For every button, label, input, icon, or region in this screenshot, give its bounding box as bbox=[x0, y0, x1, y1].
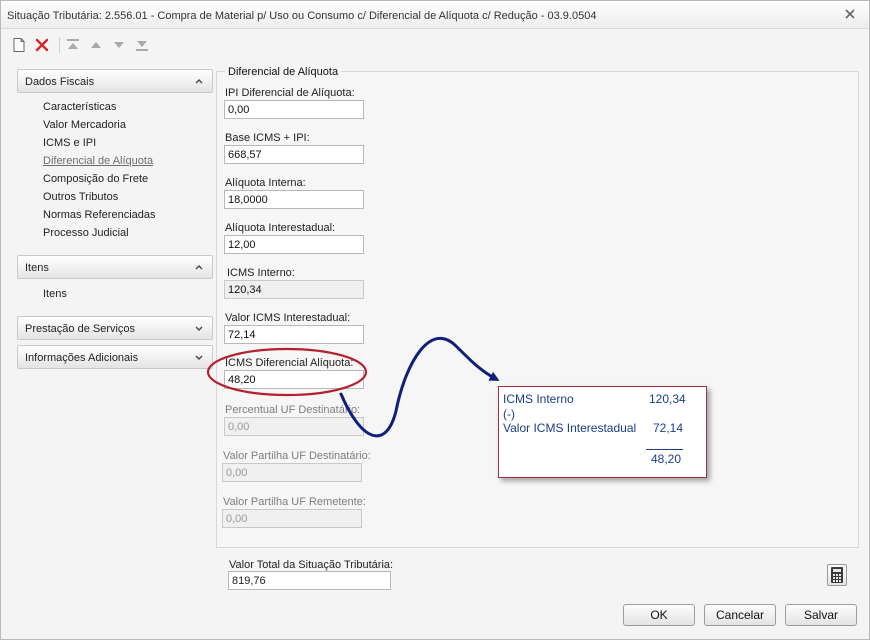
sidebar-item-normas-referenciadas[interactable]: Normas Referenciadas bbox=[43, 209, 156, 221]
aliquota-interestadual-input[interactable]: 12,00 bbox=[224, 235, 364, 254]
group-header-itens[interactable]: Itens bbox=[17, 255, 213, 279]
group-header-dados-fiscais[interactable]: Dados Fiscais bbox=[17, 69, 213, 93]
percentual-uf-destinatario-label: Percentual UF Destinatário: bbox=[225, 404, 361, 416]
chevron-down-icon bbox=[195, 355, 203, 360]
move-up-icon[interactable] bbox=[88, 37, 104, 53]
sidebar-item-valor-mercadoria[interactable]: Valor Mercadoria bbox=[43, 119, 126, 131]
icms-interno-label: ICMS Interno: bbox=[227, 267, 295, 279]
callout-sum-line bbox=[646, 449, 683, 450]
callout-result-value: 48,20 bbox=[651, 452, 682, 466]
group-header-prestacao-servicos[interactable]: Prestação de Serviços bbox=[17, 316, 213, 340]
callout-icms-interno-label: ICMS Interno bbox=[503, 392, 574, 406]
valor-icms-interestadual-label: Valor ICMS Interestadual: bbox=[225, 312, 351, 324]
section-title: Diferencial de Alíquota bbox=[225, 66, 342, 78]
chevron-down-icon bbox=[195, 326, 203, 331]
aliquota-interna-label: Alíquota Interna: bbox=[225, 177, 306, 189]
base-icms-ipi-input[interactable]: 668,57 bbox=[224, 145, 364, 164]
save-button[interactable]: Salvar bbox=[785, 604, 857, 626]
new-document-icon[interactable] bbox=[11, 37, 27, 53]
ipi-diferencial-label: IPI Diferencial de Alíquota: bbox=[225, 87, 355, 99]
window-title: Situação Tributária: 2.556.01 - Compra d… bbox=[7, 10, 597, 22]
base-icms-ipi-label: Base ICMS + IPI: bbox=[225, 132, 310, 144]
icms-diferencial-aliquota-input[interactable]: 48,20 bbox=[224, 370, 364, 389]
valor-partilha-uf-destinatario-input: 0,00 bbox=[222, 463, 362, 482]
delete-icon[interactable] bbox=[34, 37, 50, 53]
cancel-button[interactable]: Cancelar bbox=[704, 604, 776, 626]
group-title: Itens bbox=[25, 262, 49, 274]
sidebar-item-icms-ipi[interactable]: ICMS e IPI bbox=[43, 137, 96, 149]
group-title: Prestação de Serviços bbox=[25, 323, 136, 335]
close-icon[interactable] bbox=[843, 7, 857, 21]
move-last-icon[interactable] bbox=[134, 37, 150, 53]
sidebar-item-outros-tributos[interactable]: Outros Tributos bbox=[43, 191, 118, 203]
percentual-uf-destinatario-input: 0,00 bbox=[224, 417, 364, 436]
valor-partilha-uf-destinatario-label: Valor Partilha UF Destinatário: bbox=[223, 450, 371, 462]
callout-icms-interno-value: 120,34 bbox=[649, 392, 686, 406]
dialog-window: Situação Tributária: 2.556.01 - Compra d… bbox=[0, 0, 870, 640]
total-label: Valor Total da Situação Tributária: bbox=[229, 559, 394, 571]
valor-icms-interestadual-input[interactable]: 72,14 bbox=[224, 325, 364, 344]
toolbar-separator bbox=[59, 37, 60, 53]
sidebar-item-diferencial-aliquota[interactable]: Diferencial de Alíquota bbox=[43, 155, 153, 167]
ipi-diferencial-input[interactable]: 0,00 bbox=[224, 100, 364, 119]
group-title: Informações Adicionais bbox=[25, 352, 139, 364]
callout-valor-icms-interestadual-label: Valor ICMS Interestadual bbox=[503, 421, 637, 435]
title-bar: Situação Tributária: 2.556.01 - Compra d… bbox=[1, 1, 869, 29]
move-down-icon[interactable] bbox=[111, 37, 127, 53]
valor-partilha-uf-remetente-input: 0,00 bbox=[222, 509, 362, 528]
toolbar bbox=[1, 30, 869, 60]
group-title: Dados Fiscais bbox=[25, 76, 95, 88]
aliquota-interestadual-label: Alíquota Interestadual: bbox=[225, 222, 336, 234]
ok-button[interactable]: OK bbox=[623, 604, 695, 626]
total-input: 819,76 bbox=[228, 571, 391, 590]
sidebar-item-processo-judicial[interactable]: Processo Judicial bbox=[43, 227, 129, 239]
calculation-callout: ICMS Interno 120,34 (-) Valor ICMS Inter… bbox=[498, 386, 707, 478]
sidebar-item-composicao-frete[interactable]: Composição do Frete bbox=[43, 173, 148, 185]
group-header-informacoes-adicionais[interactable]: Informações Adicionais bbox=[17, 345, 213, 369]
calculator-button[interactable] bbox=[827, 564, 847, 586]
callout-valor-icms-interestadual-value: 72,14 bbox=[653, 421, 684, 435]
move-first-icon[interactable] bbox=[65, 37, 81, 53]
aliquota-interna-input[interactable]: 18,0000 bbox=[224, 190, 364, 209]
icms-diferencial-aliquota-label: ICMS Diferencial Alíquota: bbox=[225, 357, 354, 369]
callout-operator: (-) bbox=[503, 407, 515, 421]
valor-partilha-uf-remetente-label: Valor Partilha UF Remetente: bbox=[223, 496, 366, 508]
sidebar-item-caracteristicas[interactable]: Características bbox=[43, 101, 116, 113]
sidebar-item-itens[interactable]: Itens bbox=[43, 288, 67, 300]
chevron-up-icon bbox=[195, 79, 203, 84]
calculator-icon bbox=[831, 567, 843, 583]
chevron-up-icon bbox=[195, 265, 203, 270]
icms-interno-input: 120,34 bbox=[224, 280, 364, 299]
navigation-panel: Dados Fiscais Características Valor Merc… bbox=[17, 67, 213, 387]
